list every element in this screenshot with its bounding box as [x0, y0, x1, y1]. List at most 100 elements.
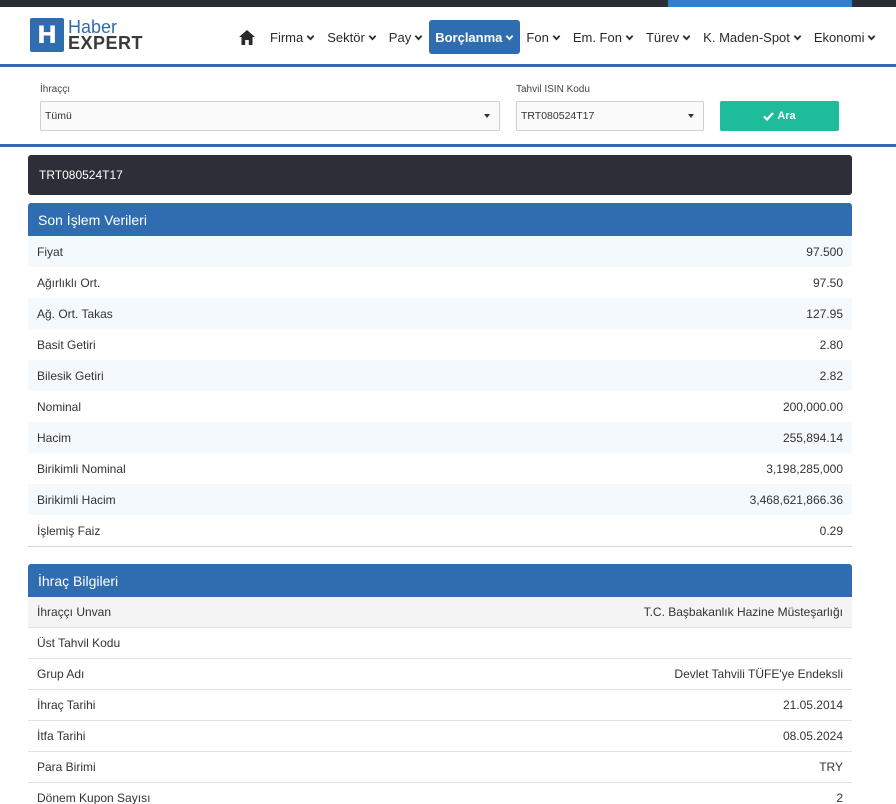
- row-label: Grup Adı: [37, 667, 85, 681]
- home-icon[interactable]: [236, 26, 258, 48]
- table-row: Hacim 255,894.14: [28, 422, 852, 453]
- row-value: 2.82: [819, 368, 843, 383]
- row-label: İşlemiş Faiz: [37, 523, 101, 538]
- filter-bar: İhraççı Tümü Tahvil ISIN Kodu TRT080524T…: [0, 67, 896, 144]
- logo-wordmark: Haber EXPERT: [68, 18, 143, 52]
- table-row: Ağırlıklı Ort. 97.50: [28, 267, 852, 298]
- chevron-down-icon: [552, 34, 561, 40]
- main-nav: Firma Sektör Pay Borçlanma Fon Em. Fon Türev K.…: [236, 20, 882, 54]
- chevron-down-icon: [868, 34, 876, 40]
- row-value: T.C. Başbakanlık Hazine Müsteşarlığı: [643, 605, 843, 619]
- table-row: Birikimli Hacim 3,468,621,866.36: [28, 484, 852, 515]
- table-row: Ağ. Ort. Takas 127.95: [28, 298, 852, 329]
- nav-item-fon[interactable]: Fon: [520, 20, 566, 54]
- row-label: Nominal: [37, 399, 82, 414]
- table-row: Para Birimi TRY: [28, 752, 852, 783]
- nav-item-k-maden-spot[interactable]: K. Maden-Spot: [697, 20, 808, 54]
- issuer-select-value: Tümü: [45, 110, 72, 122]
- row-value: 2: [836, 791, 843, 804]
- row-label: Ağ. Ort. Takas: [37, 306, 113, 321]
- chevron-down-icon: [414, 34, 423, 40]
- isin-select[interactable]: TRT080524T17: [516, 101, 704, 131]
- row-value: 200,000.00: [782, 399, 843, 414]
- nav-item-label: Türev: [645, 29, 680, 45]
- nav-item-em-fon[interactable]: Em. Fon: [567, 20, 640, 54]
- last-trade-panel: Son İşlem Verileri Fiyat 97.500 Ağırlıklı …: [28, 203, 852, 547]
- site-logo[interactable]: H Haber EXPERT: [30, 18, 143, 52]
- filter-divider: [0, 144, 896, 147]
- row-label: Üst Tahvil Kodu: [37, 636, 121, 650]
- table-row: İhraç Tarihi 21.05.2014: [28, 690, 852, 721]
- issuer-select[interactable]: Tümü: [40, 101, 500, 131]
- isin-title: TRT080524T17: [39, 168, 123, 182]
- row-label: Bilesik Getiri: [37, 368, 104, 383]
- row-value: 97.50: [812, 275, 843, 290]
- row-label: İhraççı Unvan: [37, 605, 112, 619]
- nav-item-pay[interactable]: Pay: [383, 20, 429, 54]
- nav-item-sekt-r[interactable]: Sektör: [321, 20, 383, 54]
- row-label: İtfa Tarihi: [37, 729, 86, 743]
- nav-item-label: Em. Fon: [572, 29, 622, 45]
- table-row: Fiyat 97.500: [28, 236, 852, 267]
- row-value: 0.29: [819, 523, 843, 538]
- isin-label: Tahvil ISIN Kodu: [516, 84, 590, 95]
- row-label: Ağırlıklı Ort.: [37, 275, 101, 290]
- row-value: 08.05.2024: [782, 729, 843, 743]
- chevron-down-icon: [682, 34, 691, 40]
- row-value: 2.80: [819, 337, 843, 352]
- isin-select-value: TRT080524T17: [521, 110, 595, 122]
- row-value: 255,894.14: [782, 430, 843, 445]
- nav-item-label: Fon: [526, 29, 549, 45]
- chevron-down-icon: [506, 34, 514, 40]
- row-value: 21.05.2014: [782, 698, 843, 712]
- table-row: Basit Getiri 2.80: [28, 329, 852, 360]
- chevron-down-icon: [306, 34, 315, 40]
- nav-item-ekonomi[interactable]: Ekonomi: [808, 20, 883, 54]
- site-header: H Haber EXPERT Firma Sektör Pay Borçlanma Fo…: [0, 7, 896, 64]
- nav-item-label: K. Maden-Spot: [703, 29, 790, 45]
- row-value: TRY: [819, 760, 843, 774]
- issuer-label: İhraççı: [40, 84, 71, 95]
- row-label: Hacim: [37, 430, 72, 445]
- table-row: Nominal 200,000.00: [28, 391, 852, 422]
- table-row: Üst Tahvil Kodu: [28, 628, 852, 659]
- row-value: Devlet Tahvili TÜFE'ye Endeksli: [674, 667, 843, 681]
- table-row: Grup Adı Devlet Tahvili TÜFE'ye Endeksli: [28, 659, 852, 690]
- last-trade-rows: Fiyat 97.500 Ağırlıklı Ort. 97.50 Ağ. Ort. T…: [28, 236, 852, 547]
- last-trade-title: Son İşlem Verileri: [28, 203, 852, 236]
- table-row: İşlemiş Faiz 0.29: [28, 515, 852, 546]
- nav-item-bor-lanma[interactable]: Borçlanma: [429, 20, 521, 54]
- row-label: Dönem Kupon Sayısı: [37, 791, 151, 804]
- top-strip: [0, 0, 896, 7]
- chevron-down-icon: [688, 114, 694, 118]
- chevron-down-icon: [625, 34, 634, 40]
- search-button[interactable]: Ara: [720, 101, 839, 131]
- nav-item-label: Firma: [270, 29, 304, 45]
- row-label: Fiyat: [37, 244, 64, 259]
- top-promo-banner[interactable]: [668, 0, 852, 7]
- isin-title-bar: TRT080524T17: [28, 155, 852, 195]
- check-icon: [763, 111, 775, 121]
- nav-item-firma[interactable]: Firma: [264, 20, 321, 54]
- search-button-label: Ara: [777, 110, 796, 122]
- row-label: Para Birimi: [37, 760, 96, 774]
- table-row: İhraççı Unvan T.C. Başbakanlık Hazine Müs…: [28, 597, 852, 628]
- nav-item-label: Sektör: [327, 29, 365, 45]
- issue-info-title: İhraç Bilgileri: [28, 564, 852, 597]
- issue-info-panel: İhraç Bilgileri İhraççı Unvan T.C. Başbak…: [28, 564, 852, 804]
- logo-mark: H: [30, 18, 64, 52]
- table-row: Bilesik Getiri 2.82: [28, 360, 852, 391]
- issue-info-rows: İhraççı Unvan T.C. Başbakanlık Hazine Müs…: [28, 597, 852, 804]
- chevron-down-icon: [368, 34, 377, 40]
- row-value: 97.500: [806, 244, 843, 259]
- chevron-down-icon: [793, 34, 802, 40]
- row-label: Birikimli Nominal: [37, 461, 126, 476]
- row-label: İhraç Tarihi: [37, 698, 96, 712]
- row-value: 127.95: [806, 306, 843, 321]
- table-row: İtfa Tarihi 08.05.2024: [28, 721, 852, 752]
- nav-item-t-rev[interactable]: Türev: [640, 20, 697, 54]
- table-row: Birikimli Nominal 3,198,285,000: [28, 453, 852, 484]
- row-value: 3,198,285,000: [766, 461, 843, 476]
- table-row: Dönem Kupon Sayısı 2: [28, 783, 852, 804]
- row-label: Birikimli Hacim: [37, 492, 116, 507]
